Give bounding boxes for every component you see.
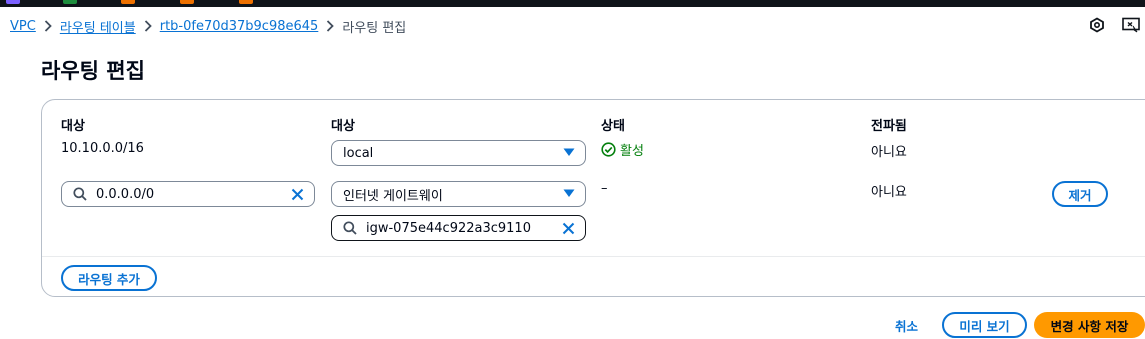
preview-button[interactable]: 미리 보기 bbox=[942, 312, 1027, 338]
gateway-search-value: igw-075e44c922a3c9110 bbox=[366, 220, 531, 236]
search-icon bbox=[343, 221, 357, 235]
chevron-right-icon bbox=[136, 19, 160, 33]
target-type-select-value: 인터넷 게이트웨이 bbox=[343, 188, 443, 204]
service-shortcut-icon[interactable] bbox=[6, 0, 20, 4]
header-status: 상태 bbox=[601, 119, 625, 134]
top-navigation-strip bbox=[0, 0, 1145, 7]
status-value: – bbox=[601, 181, 608, 196]
notifications-icon[interactable] bbox=[1087, 15, 1107, 35]
service-shortcut-icon[interactable] bbox=[180, 0, 194, 4]
service-shortcut-icon[interactable] bbox=[121, 0, 135, 4]
caret-down-icon bbox=[563, 148, 575, 157]
success-check-icon bbox=[601, 142, 616, 157]
breadcrumb-route-table-id[interactable]: rtb-0fe70d37b9c98e645 bbox=[160, 19, 319, 34]
target-type-select[interactable]: 인터넷 게이트웨이 bbox=[331, 181, 586, 207]
chevron-right-icon bbox=[318, 19, 342, 33]
status-indicator: 활성 bbox=[601, 140, 644, 159]
breadcrumb-current: 라우팅 편집 bbox=[342, 20, 407, 36]
header-destination: 대상 bbox=[61, 119, 85, 134]
header-propagated: 전파됨 bbox=[871, 119, 907, 134]
breadcrumb-vpc[interactable]: VPC bbox=[10, 19, 36, 34]
gateway-search-input[interactable]: igw-075e44c922a3c9110 bbox=[331, 215, 586, 241]
destination-input-value: 0.0.0.0/0 bbox=[96, 186, 155, 202]
caret-down-icon bbox=[563, 189, 575, 198]
route-destination: 10.10.0.0/16 bbox=[61, 141, 144, 156]
clear-icon[interactable] bbox=[291, 188, 304, 201]
propagated-value: 아니요 bbox=[871, 145, 907, 160]
save-changes-button[interactable]: 변경 사항 저장 bbox=[1034, 312, 1145, 338]
service-shortcut-icon[interactable] bbox=[239, 0, 253, 4]
search-icon bbox=[73, 187, 87, 201]
feedback-icon[interactable] bbox=[1121, 15, 1141, 35]
remove-route-button[interactable]: 제거 bbox=[1052, 181, 1108, 207]
target-select-value: local bbox=[343, 145, 374, 161]
table-divider bbox=[42, 256, 1145, 257]
status-text: 활성 bbox=[620, 144, 644, 159]
breadcrumb: VPC 라우팅 테이블 rtb-0fe70d37b9c98e645 라우팅 편집 bbox=[10, 16, 406, 36]
breadcrumb-route-tables[interactable]: 라우팅 테이블 bbox=[60, 17, 136, 36]
propagated-value: 아니요 bbox=[871, 185, 907, 200]
cancel-button[interactable]: 취소 bbox=[895, 316, 918, 335]
header-target: 대상 bbox=[331, 119, 355, 134]
routes-table-container: 대상 대상 상태 전파됨 10.10.0.0/16 local 활성 아니요 0… bbox=[41, 99, 1145, 297]
service-shortcut-icon[interactable] bbox=[63, 0, 77, 4]
add-route-button[interactable]: 라우팅 추가 bbox=[61, 265, 157, 291]
chevron-right-icon bbox=[36, 19, 60, 33]
target-select[interactable]: local bbox=[331, 140, 586, 166]
page-title: 라우팅 편집 bbox=[41, 59, 145, 83]
destination-input[interactable]: 0.0.0.0/0 bbox=[61, 181, 315, 207]
clear-icon[interactable] bbox=[562, 222, 575, 235]
